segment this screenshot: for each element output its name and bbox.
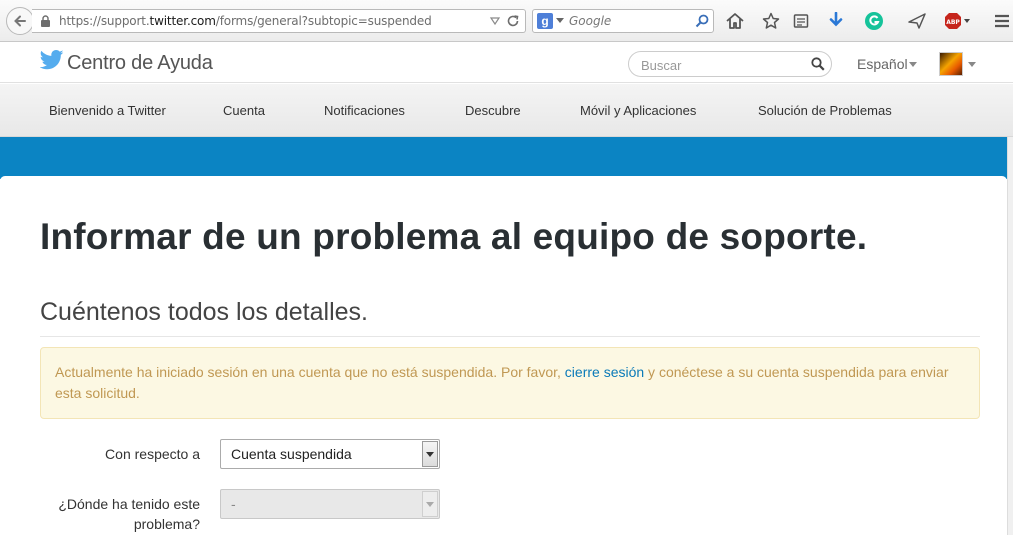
back-arrow-icon <box>14 15 26 27</box>
warning-alert: Actualmente ha iniciado sesión en una cu… <box>40 347 980 419</box>
browser-search-placeholder: Google <box>569 14 612 28</box>
nav-item-notifications[interactable]: Notificaciones <box>324 103 405 118</box>
adblock-plus-icon[interactable]: ABP <box>944 11 972 31</box>
avatar[interactable] <box>939 52 963 76</box>
url-bar[interactable]: https://support.twitter.com/forms/genera… <box>32 9 526 33</box>
regarding-select[interactable]: Cuenta suspendida <box>220 439 440 469</box>
site-search-box[interactable] <box>628 51 832 77</box>
page-title: Informar de un problema al equipo de sop… <box>40 216 868 257</box>
page-scrollbar[interactable] <box>1007 137 1013 535</box>
reading-list-icon[interactable] <box>791 11 811 31</box>
home-icon[interactable] <box>725 11 745 31</box>
alert-text-before: Actualmente ha iniciado sesión en una cu… <box>55 364 565 380</box>
nav-item-mobile-apps[interactable]: Móvil y Aplicaciones <box>580 103 696 118</box>
where-label-line1: ¿Dónde ha tenido este <box>58 496 200 512</box>
dropdown-marker-icon[interactable] <box>489 15 501 27</box>
bookmark-star-icon[interactable] <box>761 11 781 31</box>
browser-search-bar[interactable]: g Google <box>532 9 714 33</box>
chevron-down-icon[interactable] <box>422 441 438 467</box>
grammarly-icon[interactable] <box>864 11 884 31</box>
search-icon[interactable] <box>695 14 709 28</box>
chevron-down-icon[interactable] <box>909 62 917 67</box>
regarding-label: Con respecto a <box>105 446 200 462</box>
nav-item-discover[interactable]: Descubre <box>465 103 521 118</box>
regarding-select-value: Cuenta suspendida <box>231 446 352 462</box>
site-search-input[interactable] <box>641 57 801 73</box>
twitter-bird-icon[interactable] <box>40 50 64 70</box>
google-icon[interactable]: g <box>537 13 553 29</box>
nav-item-welcome[interactable]: Bienvenido a Twitter <box>49 103 166 118</box>
url-text: https://support.twitter.com/forms/genera… <box>59 14 432 28</box>
nav-item-troubleshooting[interactable]: Solución de Problemas <box>758 103 892 118</box>
section-title: Cuéntenos todos los detalles. <box>40 298 368 326</box>
where-select[interactable]: - <box>220 489 440 519</box>
chevron-down-icon[interactable] <box>968 62 976 67</box>
language-selector[interactable]: Español <box>857 56 908 72</box>
menu-icon[interactable] <box>992 11 1012 31</box>
svg-text:ABP: ABP <box>946 19 960 26</box>
main-nav: Bienvenido a Twitter Cuenta Notificacion… <box>0 84 1013 137</box>
send-icon[interactable] <box>907 11 927 31</box>
search-icon[interactable] <box>811 57 825 71</box>
section-divider <box>40 336 980 337</box>
where-label: ¿Dónde ha tenido este problema? <box>0 494 200 534</box>
site-header: Centro de Ayuda Español <box>0 43 1013 83</box>
nav-item-account[interactable]: Cuenta <box>223 103 265 118</box>
download-icon[interactable] <box>826 11 846 31</box>
chevron-down-icon[interactable] <box>556 18 564 23</box>
where-select-value: - <box>231 496 236 512</box>
chevron-down-icon[interactable] <box>422 491 438 517</box>
reload-icon[interactable] <box>506 14 520 28</box>
browser-toolbar: https://support.twitter.com/forms/genera… <box>0 0 1013 42</box>
site-title[interactable]: Centro de Ayuda <box>67 52 213 75</box>
back-button[interactable] <box>6 7 34 35</box>
lock-icon <box>41 15 50 27</box>
sign-out-link[interactable]: cierre sesión <box>565 364 644 380</box>
blue-banner <box>0 137 1013 179</box>
where-label-line2: problema? <box>133 516 200 532</box>
